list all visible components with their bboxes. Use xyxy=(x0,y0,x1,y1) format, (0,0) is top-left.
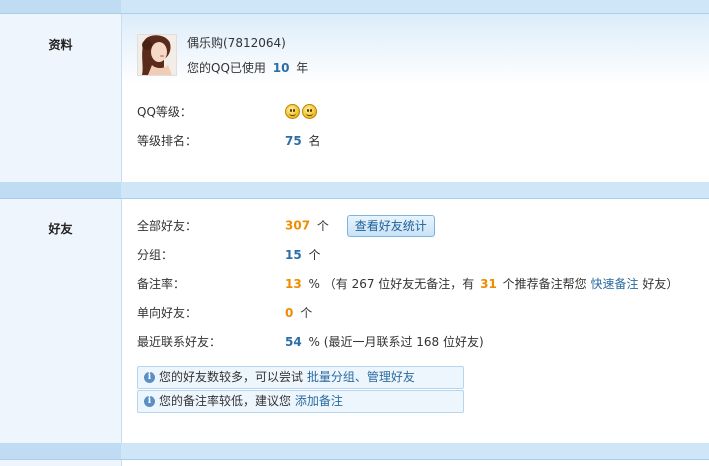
recent-contacts-value: 54 xyxy=(285,335,302,349)
view-friend-stats-button[interactable]: 查看好友统计 xyxy=(346,215,435,237)
smiley-icon xyxy=(285,104,300,119)
rank-label: 等级排名： xyxy=(137,134,198,148)
avatar[interactable] xyxy=(137,34,177,76)
tip2-text: 您的备注率较低，建议您 xyxy=(159,394,292,408)
total-friends-unit: 个 xyxy=(316,218,329,233)
recent-contacts-detail: (最近一月联系过 168 位好友) xyxy=(323,335,484,349)
rank-unit: 名 xyxy=(308,134,321,148)
recent-contacts-label: 最近联系好友： xyxy=(137,335,222,349)
qq-years-value: 10 xyxy=(272,61,290,75)
oneway-friends-row: 单向好友： 0 个 xyxy=(137,304,697,322)
qq-years-suffix: 年 xyxy=(296,61,309,75)
remark-rate-label: 备注率： xyxy=(137,277,186,291)
qq-level-icons xyxy=(285,102,319,120)
rank-row: 等级排名： 75 名 xyxy=(137,132,709,150)
groups-unit: 个 xyxy=(308,248,321,262)
tip-low-remark: i 您的备注率较低，建议您 添加备注 xyxy=(137,390,464,413)
friends-section-title: 好友 xyxy=(48,222,73,236)
recent-contacts-unit: % xyxy=(308,335,320,349)
oneway-friends-value: 0 xyxy=(285,306,294,320)
tip1-separator: 、 xyxy=(354,370,367,384)
smiley-icon xyxy=(302,104,317,119)
total-friends-value: 307 xyxy=(285,218,311,233)
info-icon: i xyxy=(144,396,155,407)
remark-detail-1: （有 267 位好友无备注，有 xyxy=(323,277,475,291)
profile-section: 资料 偶乐购(7812064) 您的QQ已使用 10 年 QQ等级： 等级排名： xyxy=(0,14,709,182)
total-friends-label: 全部好友： xyxy=(137,219,198,233)
remark-rate-row: 备注率： 13 % （有 267 位好友无备注，有 31 个推荐备注帮您 快速备… xyxy=(137,275,709,293)
tip1-text: 您的好友数较多，可以尝试 xyxy=(159,370,304,384)
friends-section: 好友 全部好友： 307 个 查看好友统计 分组： 15 个 备注率： 13 %… xyxy=(0,199,709,443)
oneway-friends-label: 单向好友： xyxy=(137,306,198,320)
batch-group-link[interactable]: 批量分组 xyxy=(307,370,355,384)
remark-detail-2: 个推荐备注帮您 xyxy=(502,277,587,291)
qq-level-row: QQ等级： xyxy=(137,103,709,121)
next-section-stub xyxy=(0,460,709,466)
profile-section-label: 资料 xyxy=(0,14,122,182)
recent-contacts-row: 最近联系好友： 54 % (最近一月联系过 168 位好友) xyxy=(137,333,697,351)
profile-section-title: 资料 xyxy=(48,38,73,52)
bottom-separator-band xyxy=(0,443,709,460)
groups-row: 分组： 15 个 xyxy=(137,246,697,264)
remark-recommend-value: 31 xyxy=(480,277,497,291)
top-separator-band xyxy=(0,0,709,14)
remark-detail-3: 好友） xyxy=(642,277,679,291)
qq-level-label: QQ等级： xyxy=(137,105,192,119)
qq-years-line: 您的QQ已使用 10 年 xyxy=(187,59,308,77)
groups-label: 分组： xyxy=(137,248,174,262)
qq-years-prefix: 您的QQ已使用 xyxy=(187,61,266,75)
profile-name: 偶乐购(7812064) xyxy=(187,36,286,50)
middle-separator-band xyxy=(0,182,709,199)
groups-value: 15 xyxy=(285,248,302,262)
friends-section-label: 好友 xyxy=(0,199,122,443)
add-remark-link[interactable]: 添加备注 xyxy=(295,394,343,408)
quick-remark-link[interactable]: 快速备注 xyxy=(591,277,639,291)
tip-many-friends: i 您的好友数较多，可以尝试 批量分组、管理好友 xyxy=(137,366,464,389)
info-icon: i xyxy=(144,372,155,383)
total-friends-row: 全部好友： 307 个 查看好友统计 xyxy=(137,215,697,237)
rank-value: 75 xyxy=(285,134,302,148)
remark-rate-unit: % xyxy=(308,277,320,291)
oneway-friends-unit: 个 xyxy=(300,306,313,320)
remark-rate-value: 13 xyxy=(285,277,302,291)
manage-friends-link[interactable]: 管理好友 xyxy=(367,370,415,384)
